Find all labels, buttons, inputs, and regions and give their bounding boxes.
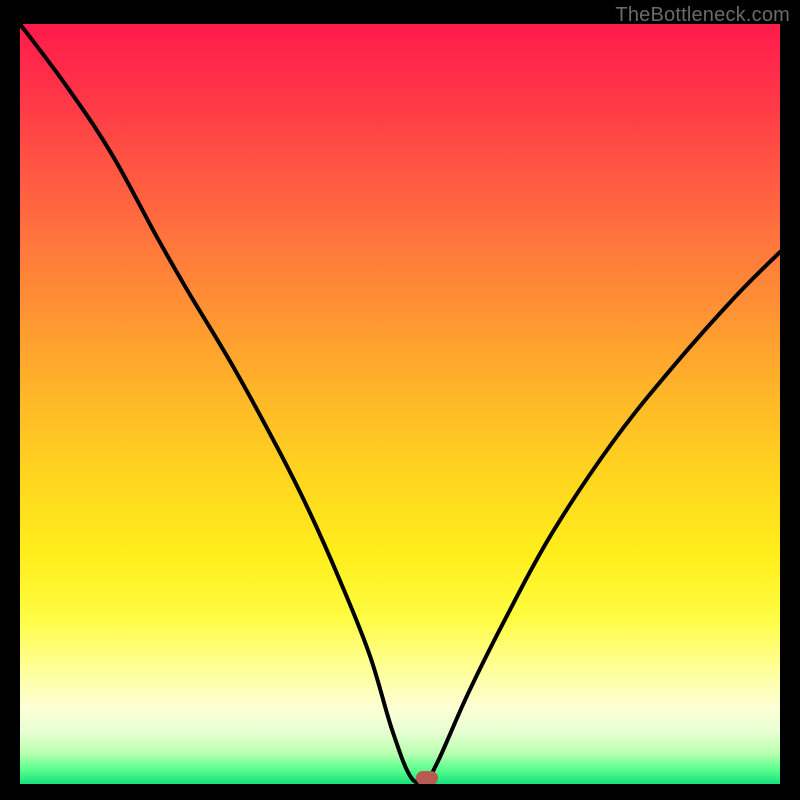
watermark-text: TheBottleneck.com — [615, 4, 790, 27]
plot-area — [20, 24, 780, 784]
bottleneck-curve — [20, 24, 780, 784]
chart-stage: TheBottleneck.com — [0, 0, 800, 800]
optimal-point-marker — [416, 771, 438, 784]
plot-frame — [20, 24, 780, 784]
